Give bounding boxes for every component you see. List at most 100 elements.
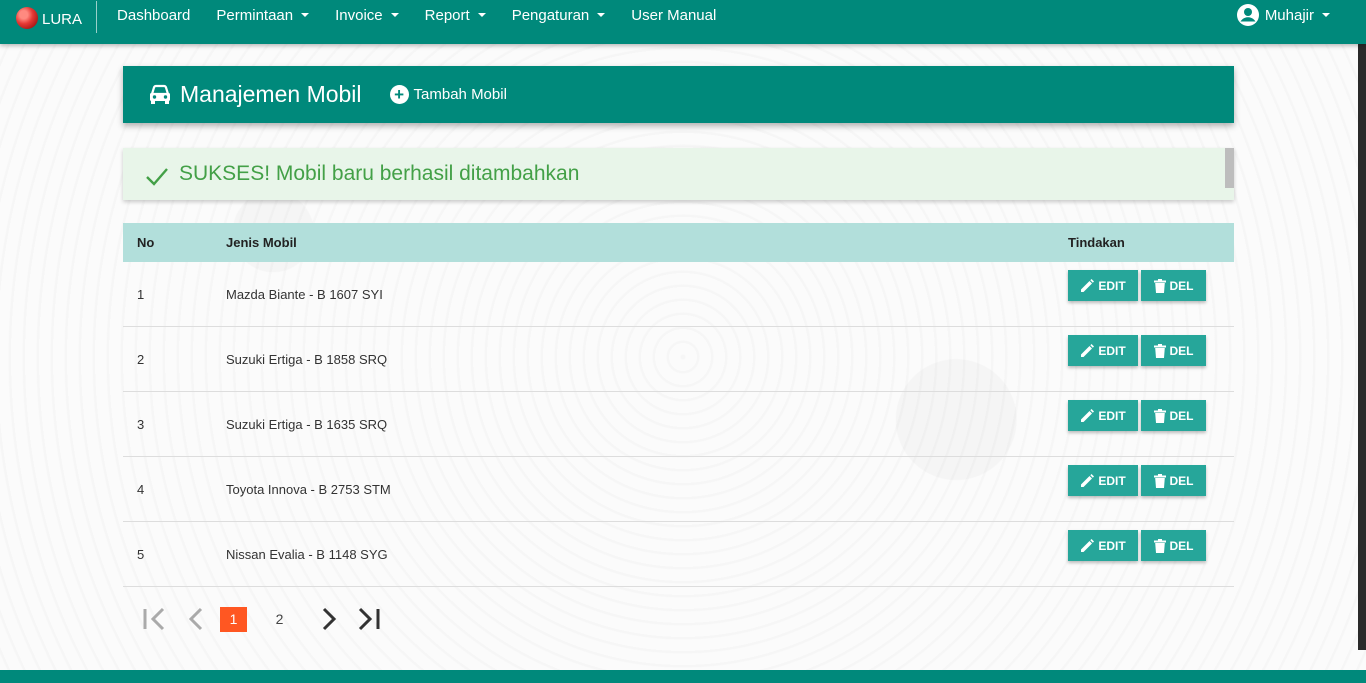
page-numbers: 12 xyxy=(220,606,293,632)
pencil-icon xyxy=(1081,538,1095,552)
delete-button[interactable]: DEL xyxy=(1141,530,1206,561)
trash-icon xyxy=(1153,278,1166,293)
row-actions: EDIT DEL xyxy=(1068,327,1234,391)
lura-logo-icon xyxy=(16,7,38,29)
footer xyxy=(0,670,1366,683)
delete-button[interactable]: DEL xyxy=(1141,400,1206,431)
success-alert: SUKSES! Mobil baru berhasil ditambahkan xyxy=(123,148,1234,200)
row-no: 5 xyxy=(137,547,145,562)
user-menu[interactable]: Muhajir xyxy=(1236,3,1330,27)
nav-item-pengaturan[interactable]: Pengaturan xyxy=(499,7,619,24)
row-jenis-mobil: Nissan Evalia - B 1148 SYG xyxy=(226,547,388,562)
trash-icon xyxy=(1153,408,1166,423)
row-no: 3 xyxy=(137,417,145,432)
trash-icon xyxy=(1153,343,1166,358)
next-page-icon[interactable] xyxy=(319,607,339,631)
row-no: 1 xyxy=(137,287,145,302)
row-jenis-mobil: Mazda Biante - B 1607 SYI xyxy=(226,287,383,302)
row-actions: EDIT DEL xyxy=(1068,522,1234,586)
prev-page-icon[interactable] xyxy=(186,607,206,631)
edit-button[interactable]: EDIT xyxy=(1068,465,1138,496)
page-header: Manajemen Mobil + Tambah Mobil xyxy=(123,66,1234,123)
plus-circle-icon: + xyxy=(389,85,409,104)
nav-item-label: Invoice xyxy=(335,6,383,24)
header-no: No xyxy=(137,235,155,250)
row-actions: EDIT DEL xyxy=(1068,392,1234,456)
cars-table: No Jenis Mobil Tindakan 1 Mazda Biante - … xyxy=(123,223,1234,587)
edit-button[interactable]: EDIT xyxy=(1068,400,1138,431)
row-no: 2 xyxy=(137,352,145,367)
nav-item-permintaan[interactable]: Permintaan xyxy=(203,7,322,24)
nav-item-label: Permintaan xyxy=(216,6,294,24)
delete-label: DEL xyxy=(1169,343,1194,358)
edit-label: EDIT xyxy=(1098,278,1126,293)
nav-item-dashboard[interactable]: Dashboard xyxy=(97,7,203,24)
add-car-button[interactable]: + Tambah Mobil xyxy=(389,85,507,104)
table-header: No Jenis Mobil Tindakan xyxy=(123,223,1234,262)
pencil-icon xyxy=(1081,278,1095,292)
header-jenis-mobil: Jenis Mobil xyxy=(226,235,297,250)
edit-label: EDIT xyxy=(1098,473,1126,488)
pagination: 12 xyxy=(140,604,383,634)
nav-item-label: Dashboard xyxy=(117,6,191,24)
table-row: 3 Suzuki Ertiga - B 1635 SRQ EDIT DEL xyxy=(123,392,1234,457)
edit-button[interactable]: EDIT xyxy=(1068,530,1138,561)
edit-label: EDIT xyxy=(1098,408,1126,423)
edit-label: EDIT xyxy=(1098,343,1126,358)
nav-item-user-manual[interactable]: User Manual xyxy=(618,7,729,24)
pencil-icon xyxy=(1081,473,1095,487)
table-row: 5 Nissan Evalia - B 1148 SYG EDIT DEL xyxy=(123,522,1234,587)
row-jenis-mobil: Suzuki Ertiga - B 1635 SRQ xyxy=(226,417,388,432)
brand[interactable]: LURA xyxy=(0,1,98,33)
page-scrollbar[interactable] xyxy=(1358,44,1366,650)
trash-icon xyxy=(1153,473,1166,488)
delete-label: DEL xyxy=(1169,473,1194,488)
row-jenis-mobil: Suzuki Ertiga - B 1858 SRQ xyxy=(226,352,388,367)
edit-label: EDIT xyxy=(1098,538,1126,553)
top-navbar: LURA Dashboard Permintaan Invoice Report Pen… xyxy=(0,0,1366,44)
edit-button[interactable]: EDIT xyxy=(1068,270,1138,301)
header-tindakan: Tindakan xyxy=(1068,235,1125,250)
delete-label: DEL xyxy=(1169,538,1194,553)
caret-down-icon xyxy=(1322,13,1330,17)
delete-button[interactable]: DEL xyxy=(1141,465,1206,496)
table-body: 1 Mazda Biante - B 1607 SYI EDIT DEL 2 Suzuki… xyxy=(123,262,1234,587)
nav-item-invoice[interactable]: Invoice xyxy=(322,7,412,24)
account-circle-icon xyxy=(1236,4,1259,26)
nav-item-report[interactable]: Report xyxy=(412,7,499,24)
row-actions: EDIT DEL xyxy=(1068,457,1234,521)
alert-scrollbar[interactable] xyxy=(1225,148,1234,188)
edit-button[interactable]: EDIT xyxy=(1068,335,1138,366)
check-icon xyxy=(145,167,169,187)
alert-message: SUKSES! Mobil baru berhasil ditambahkan xyxy=(179,162,580,185)
caret-down-icon xyxy=(390,13,399,17)
row-jenis-mobil: Toyota Innova - B 2753 STM xyxy=(226,482,391,497)
nav-item-label: User Manual xyxy=(631,6,717,24)
row-actions: EDIT DEL xyxy=(1068,262,1234,326)
table-row: 2 Suzuki Ertiga - B 1858 SRQ EDIT DEL xyxy=(123,327,1234,392)
delete-button[interactable]: DEL xyxy=(1141,335,1206,366)
nav-menu: Dashboard Permintaan Invoice Report Pengatur… xyxy=(97,7,729,24)
table-row: 1 Mazda Biante - B 1607 SYI EDIT DEL xyxy=(123,262,1234,327)
page-1-button[interactable]: 1 xyxy=(220,606,247,632)
caret-down-icon xyxy=(477,13,486,17)
nav-item-label: Report xyxy=(424,6,470,24)
brand-name: LURA xyxy=(42,10,83,28)
user-name: Muhajir xyxy=(1264,6,1314,24)
trash-icon xyxy=(1153,538,1166,553)
last-page-icon[interactable] xyxy=(355,607,383,631)
car-icon xyxy=(148,84,172,106)
caret-down-icon xyxy=(301,13,310,17)
pencil-icon xyxy=(1081,343,1095,357)
delete-label: DEL xyxy=(1169,408,1194,423)
delete-button[interactable]: DEL xyxy=(1141,270,1206,301)
add-car-label: Tambah Mobil xyxy=(413,86,507,103)
row-no: 4 xyxy=(137,482,145,497)
page-2-button[interactable]: 2 xyxy=(266,607,293,632)
delete-label: DEL xyxy=(1169,278,1194,293)
first-page-icon[interactable] xyxy=(140,607,168,631)
nav-item-label: Pengaturan xyxy=(511,6,590,24)
table-row: 4 Toyota Innova - B 2753 STM EDIT DEL xyxy=(123,457,1234,522)
page-title: Manajemen Mobil xyxy=(180,81,362,107)
pencil-icon xyxy=(1081,408,1095,422)
